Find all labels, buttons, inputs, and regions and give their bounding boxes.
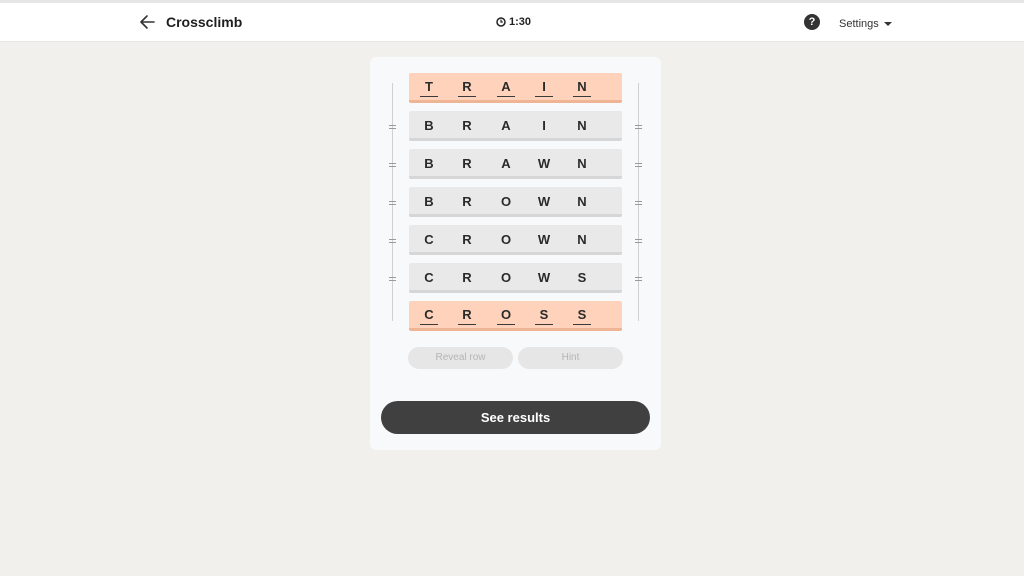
row-letter: S [577,307,587,322]
arrow-left-icon [140,15,155,29]
row-letter: N [577,232,587,247]
row-letter: R [462,156,472,171]
row-letter: N [577,118,587,133]
word-row[interactable]: BROWN [409,187,622,217]
drag-handle-left-icon[interactable] [389,277,396,281]
row-letter: W [537,194,551,209]
drag-handle-left-icon[interactable] [389,125,396,129]
letter-underline [573,324,591,325]
row-letter: R [462,270,472,285]
row-letter: C [424,232,434,247]
caret-down-icon [883,22,892,26]
row-letter: B [424,156,434,171]
row-letter: R [462,118,472,133]
clock-icon [496,17,506,27]
settings-dropdown[interactable]: Settings [839,18,892,30]
drag-handle-right-icon[interactable] [635,201,642,205]
timer: 1:30 [496,16,531,28]
drag-handle-right-icon[interactable] [635,277,642,281]
drag-handle-right-icon[interactable] [635,239,642,243]
letter-underline [458,324,476,325]
word-row[interactable]: CROWS [409,263,622,293]
locked-word-row: CROSS [409,301,622,331]
word-row[interactable]: BRAIN [409,111,622,141]
row-letter: W [537,270,551,285]
row-letter: A [501,156,511,171]
row-letter: O [500,194,512,209]
row-letter: O [500,270,512,285]
top-bar: Crossclimb 1:30 ? Settings [0,0,1024,42]
letter-underline [573,96,591,97]
row-letter: T [425,79,433,94]
letter-underline [535,324,553,325]
row-letter: W [537,156,551,171]
settings-label: Settings [839,18,879,30]
row-letter: R [462,194,472,209]
row-letter: R [462,232,472,247]
hint-button[interactable]: Hint [518,347,623,369]
drag-handle-left-icon[interactable] [389,201,396,205]
page-title: Crossclimb [166,14,243,30]
back-button[interactable] [137,11,159,33]
row-letter: N [577,156,587,171]
row-letter: S [539,307,549,322]
row-letter: I [542,118,546,133]
row-letter: C [424,307,434,322]
help-icon[interactable]: ? [804,14,820,30]
row-letter: O [500,232,512,247]
row-letter: W [537,232,551,247]
drag-handle-left-icon[interactable] [389,239,396,243]
letter-underline [458,96,476,97]
timer-value: 1:30 [509,16,532,28]
row-letter: A [501,79,511,94]
drag-handle-right-icon[interactable] [635,125,642,129]
puzzle-card: Reveal row Hint See results T R A I N B R A I N B R… [370,57,661,450]
word-row[interactable]: BRAWN [409,149,622,179]
row-letter: I [542,79,546,94]
row-letter: C [424,270,434,285]
letter-underline [497,96,515,97]
locked-word-row: TRAIN [409,73,622,103]
drag-handle-right-icon[interactable] [635,163,642,167]
see-results-button[interactable]: See results [381,401,650,434]
reveal-row-button[interactable]: Reveal row [408,347,513,369]
letter-underline [535,96,553,97]
row-letter: S [577,270,587,285]
letter-underline [497,324,515,325]
row-letter: N [577,194,587,209]
drag-handle-left-icon[interactable] [389,163,396,167]
row-letter: A [501,118,511,133]
row-letter: O [500,307,512,322]
row-letter: B [424,194,434,209]
letter-underline [420,324,438,325]
letter-underline [420,96,438,97]
word-row[interactable]: CROWN [409,225,622,255]
row-letter: N [577,79,587,94]
row-letter: R [462,307,472,322]
row-letter: R [462,79,472,94]
row-letter: B [424,118,434,133]
